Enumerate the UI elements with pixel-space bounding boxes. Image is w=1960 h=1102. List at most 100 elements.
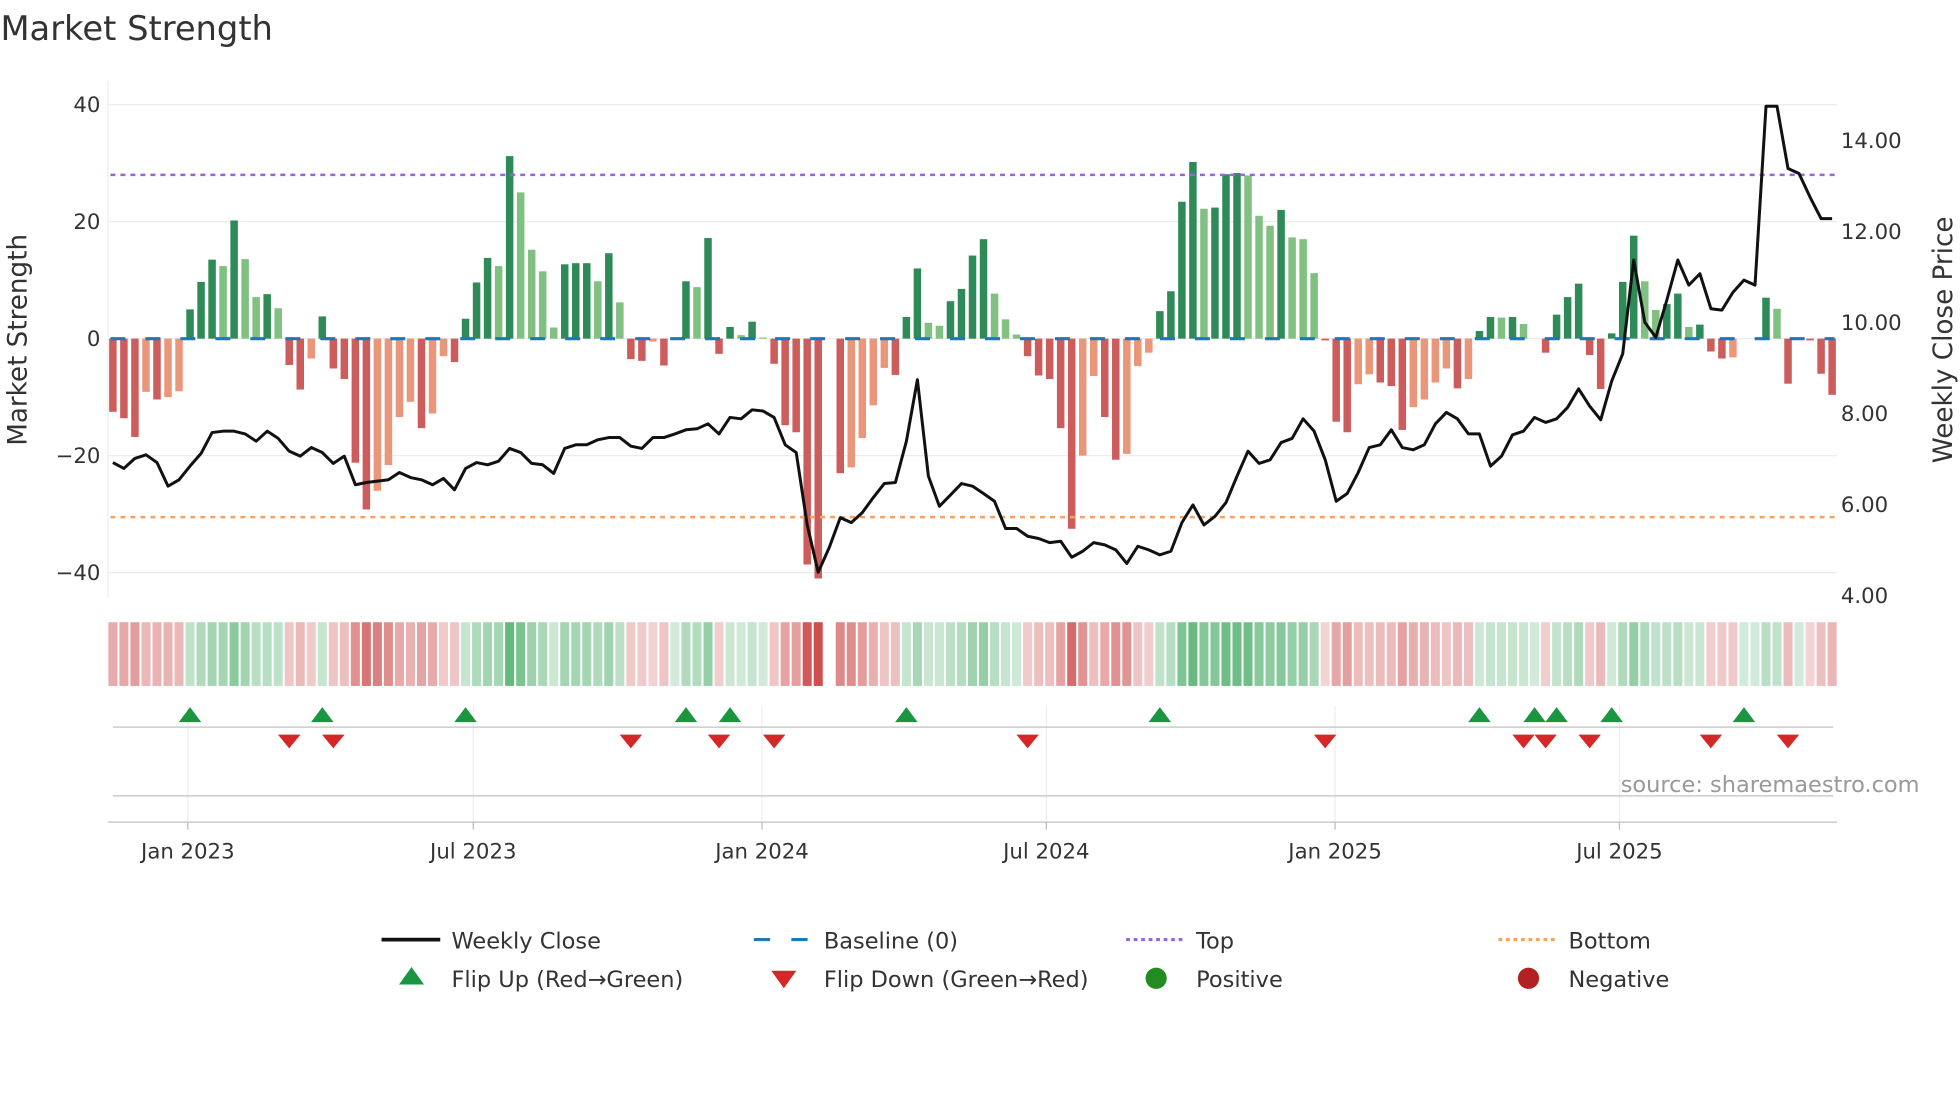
negative-bar [1707, 338, 1715, 352]
strip-cell [1496, 622, 1507, 686]
positive-bar [616, 302, 624, 339]
strip-cell [1188, 622, 1198, 686]
strip-cell [1629, 622, 1639, 686]
positive-bar [516, 192, 525, 339]
strip-cell [725, 622, 735, 686]
positive-bar [1167, 291, 1175, 339]
right-axis-ticks: 14.00 12.00 10.00 8.00 6.00 4.00 [1841, 129, 1902, 609]
positive-bar [1288, 237, 1296, 339]
negative-bar [770, 338, 778, 364]
strip-cell [769, 622, 779, 686]
negative-bar [1541, 338, 1550, 353]
legend-label: Baseline (0) [824, 928, 958, 954]
negative-bar [858, 338, 867, 439]
negative-bar [1453, 338, 1462, 389]
flip-down-marker [762, 734, 786, 749]
negative-bar [1464, 338, 1473, 380]
strip-cell [262, 622, 272, 686]
strip-cell [1100, 622, 1110, 686]
negative-bar [1376, 338, 1385, 383]
strip-cell [361, 622, 371, 686]
strip-cell [1662, 622, 1672, 686]
negative-bar [1078, 338, 1087, 456]
positive-bar [957, 288, 966, 339]
strip-cell [394, 622, 404, 686]
strip-cell [703, 622, 713, 686]
flip-up-marker [1523, 707, 1546, 723]
positive-bar [913, 268, 922, 339]
strip-cell [1805, 622, 1815, 686]
strip-cell [659, 622, 669, 686]
negative-bar [715, 338, 723, 354]
strip-cell [218, 622, 228, 686]
strip-cell [1023, 622, 1033, 686]
strip-cell [670, 622, 680, 686]
strip-cell [934, 622, 944, 686]
positive-bar [726, 326, 734, 339]
y-tick-label: 0 [87, 327, 101, 352]
negative-bar [1596, 338, 1605, 389]
flip-down-marker [1776, 734, 1800, 749]
strip-cell [1001, 622, 1011, 686]
strip-cell [405, 622, 415, 686]
positive-bar [1255, 215, 1263, 339]
flip-up-marker [1468, 707, 1491, 723]
positive-bar [1762, 297, 1770, 339]
strip-cell [1386, 622, 1396, 686]
negative-bar [1112, 338, 1120, 460]
positive-bar [902, 316, 911, 339]
strip-cell [1485, 622, 1495, 686]
strip-cell [538, 622, 548, 686]
negative-bar [1089, 338, 1098, 377]
x-tick-label: Jul 2023 [428, 839, 516, 864]
y2-tick-label: 10.00 [1841, 311, 1902, 336]
strip-cell [1508, 622, 1518, 686]
strip-cell [604, 622, 614, 686]
strip-cell [1772, 622, 1782, 686]
flip-down-marker [1016, 734, 1039, 749]
negative-bar [1332, 338, 1340, 422]
negative-bar [638, 338, 646, 361]
positive-bar [1178, 201, 1186, 339]
negative-bar [296, 338, 304, 390]
negative-bar [1123, 338, 1131, 454]
strip-cell [439, 622, 449, 686]
negative-bar [836, 338, 845, 474]
flip-up-marker [718, 707, 742, 723]
positive-bar [704, 238, 712, 339]
positive-bar [1574, 283, 1583, 339]
strip-cell [130, 622, 140, 686]
strip-cell [857, 622, 867, 686]
positive-bar [1156, 311, 1164, 339]
flip-down-marker [277, 734, 301, 749]
negative-bar [120, 338, 128, 419]
strip-cell [383, 622, 393, 686]
strip-cell [879, 622, 889, 686]
strip-cell [152, 622, 162, 686]
negative-bar [1023, 338, 1032, 357]
positive-bar [186, 309, 194, 339]
positive-bar [748, 321, 756, 339]
positive-bar [1519, 324, 1528, 339]
negative-bar [1431, 338, 1440, 383]
positive-bar [483, 257, 492, 339]
strip-cell [1287, 622, 1297, 686]
strip-cell [1640, 622, 1650, 686]
positive-bar [990, 293, 999, 339]
left-axis-ticks: 40 20 0 −20 −40 [56, 93, 101, 586]
positive-bar [1233, 173, 1241, 339]
negative-bar [131, 338, 139, 437]
strip-cell [1717, 622, 1727, 686]
y-tick-label: −40 [56, 561, 101, 586]
legend-label: Positive [1196, 967, 1283, 993]
strip-cell [1331, 622, 1341, 686]
strip-cell [846, 622, 856, 686]
legend-label: Flip Down (Green→Red) [824, 967, 1089, 993]
strip-cell [1585, 622, 1595, 686]
strip-cell [912, 622, 922, 686]
strip-cell [416, 622, 426, 686]
strip-cell [648, 622, 658, 686]
strip-cell [1353, 622, 1363, 686]
positive-bar [549, 327, 558, 339]
strip-cell [1133, 622, 1143, 686]
